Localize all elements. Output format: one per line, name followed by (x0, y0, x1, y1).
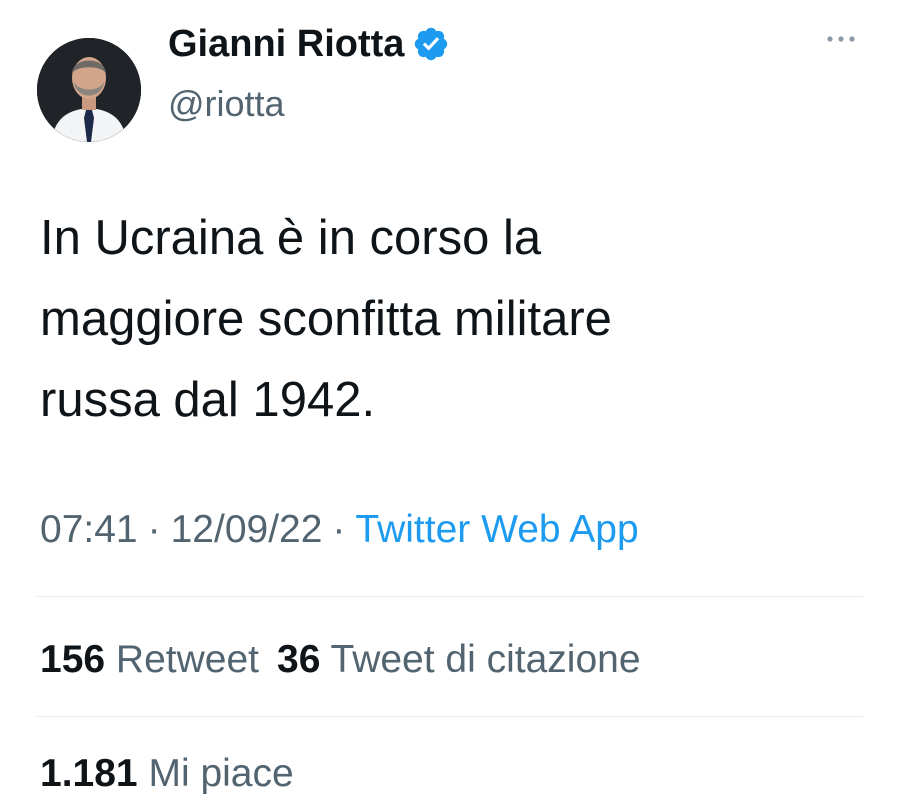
retweets-label: Retweet (115, 638, 259, 681)
more-options-button[interactable] (818, 24, 864, 54)
divider (37, 716, 863, 717)
meta-separator: · (332, 508, 346, 551)
avatar[interactable] (37, 38, 141, 142)
quotes-label: Tweet di citazione (330, 638, 641, 681)
author-name-row[interactable]: Gianni Riotta (168, 16, 450, 72)
tweet-text-line: russa dal 1942. (40, 373, 376, 427)
likes-stat[interactable]: 1.181 Mi piace (40, 752, 294, 795)
quotes-count: 36 (277, 638, 321, 681)
likes-label: Mi piace (148, 752, 294, 795)
retweets-stat[interactable]: 156 Retweet (40, 638, 259, 681)
more-options-icon (827, 36, 855, 42)
tweet-text-line: In Ucraina è in corso la (40, 211, 542, 265)
retweets-count: 156 (40, 638, 106, 681)
tweet-time[interactable]: 07:41 (40, 508, 138, 551)
divider (37, 596, 863, 597)
tweet-date[interactable]: 12/09/22 (171, 508, 323, 551)
author-name[interactable]: Gianni Riotta (168, 16, 404, 72)
tweet-meta: 07:41 · 12/09/22 · Twitter Web App (40, 500, 639, 560)
verified-badge-icon (412, 25, 450, 63)
quotes-stat[interactable]: 36 Tweet di citazione (277, 638, 641, 681)
stats-row-retweets: 156 Retweet 36 Tweet di citazione (40, 630, 641, 690)
meta-separator: · (147, 508, 161, 551)
likes-count: 1.181 (40, 752, 138, 795)
tweet-source-link[interactable]: Twitter Web App (355, 508, 638, 551)
author-handle[interactable]: @riotta (168, 76, 285, 132)
tweet-text: In Ucraina è in corso la maggiore sconfi… (40, 198, 870, 441)
avatar-image (37, 38, 141, 142)
stats-row-likes: 1.181 Mi piace (40, 744, 294, 804)
tweet-text-line: maggiore sconfitta militare (40, 292, 612, 346)
